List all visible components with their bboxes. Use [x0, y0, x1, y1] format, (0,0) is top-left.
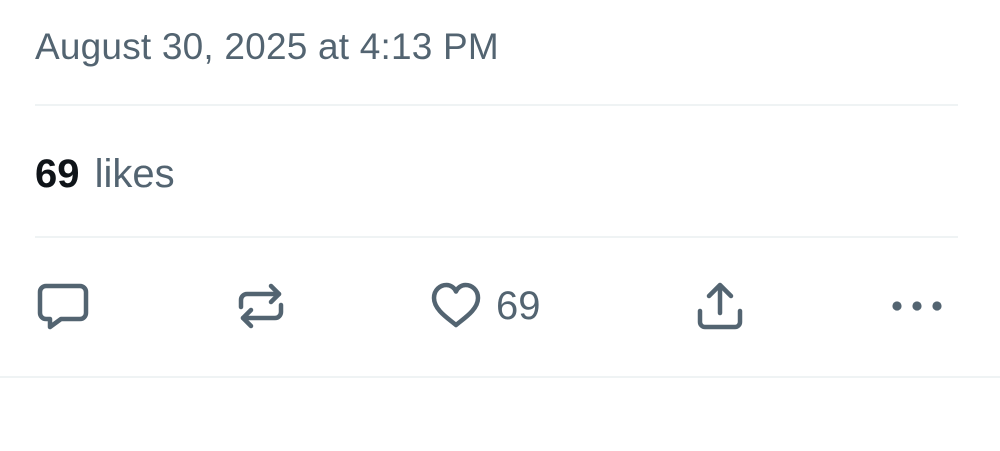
tweet-timestamp[interactable]: August 30, 2025 at 4:13 PM: [35, 25, 499, 69]
repost-button[interactable]: [235, 278, 287, 334]
like-button[interactable]: 69: [430, 278, 541, 334]
more-button[interactable]: [889, 278, 945, 334]
share-icon: [694, 280, 746, 332]
repost-icon: [235, 280, 287, 332]
likes-summary[interactable]: 69 likes: [35, 151, 175, 197]
divider: [0, 376, 1000, 378]
heart-icon: [430, 280, 482, 332]
divider: [35, 236, 958, 238]
share-button[interactable]: [694, 278, 746, 334]
likes-label: likes: [94, 152, 175, 196]
likes-count: 69: [35, 152, 80, 196]
reply-button[interactable]: [37, 278, 89, 334]
more-icon: [889, 280, 945, 332]
reply-icon: [37, 280, 89, 332]
divider: [35, 104, 958, 106]
like-count: 69: [496, 284, 541, 328]
